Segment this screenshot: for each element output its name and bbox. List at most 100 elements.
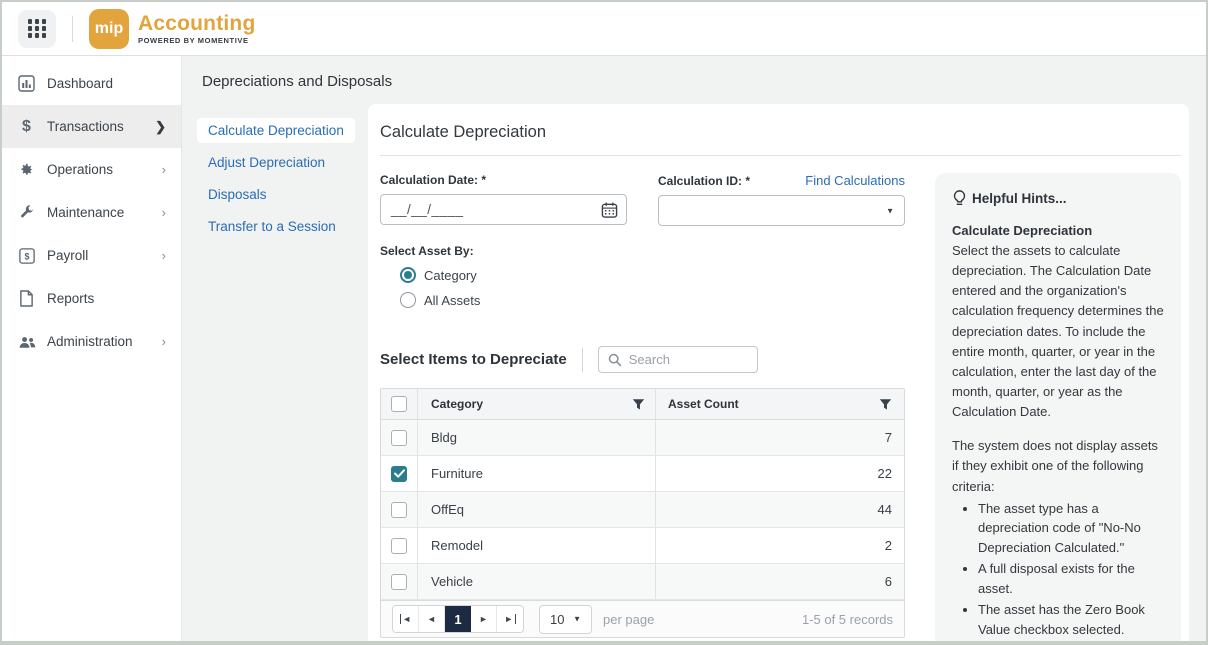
column-header-asset-count[interactable]: Asset Count [668,397,879,411]
table-row[interactable]: OffEq 44 [381,492,904,528]
subnav-item-disposals[interactable]: Disposals [197,182,278,207]
first-page-button[interactable]: ◄ [393,606,419,632]
filter-icon[interactable] [632,398,645,411]
category-cell: OffEq [431,502,464,517]
search-icon [608,353,622,367]
previous-page-button[interactable]: ◄ [419,606,445,632]
calculation-date-input[interactable]: __/__/____ [380,194,627,225]
asset-count-cell: 6 [668,574,892,589]
table-row[interactable]: Vehicle 6 [381,564,904,600]
payroll-icon: $ [17,247,36,265]
brand-text: Accounting POWERED BY MOMENTIVE [138,13,256,45]
row-checkbox[interactable] [391,466,407,482]
row-checkbox[interactable] [391,430,407,446]
sidebar-item-operations[interactable]: Operations › [2,148,181,191]
app-window: mip Accounting POWERED BY MOMENTIVE Dash… [0,0,1208,645]
table-header: Category Asset Count [381,389,904,420]
people-icon [17,333,36,351]
calculation-id-label: Calculation ID: * [658,174,750,188]
filter-icon[interactable] [879,398,892,411]
calculation-id-dropdown[interactable]: ▼ [658,195,905,226]
hints-bullet: A full disposal exists for the asset. [978,559,1164,598]
dashboard-icon [17,75,36,93]
asset-count-cell: 44 [668,502,892,517]
radio-button[interactable] [400,292,416,308]
chevron-right-icon: ❯ [155,119,166,135]
dollar-icon: $ [17,118,36,136]
gear-icon [17,161,36,179]
sidebar-item-label: Dashboard [47,76,166,91]
section-heading: Calculate Depreciation [380,119,1181,156]
sidebar-item-administration[interactable]: Administration › [2,320,181,363]
row-checkbox[interactable] [391,502,407,518]
find-calculations-link[interactable]: Find Calculations [805,173,905,188]
select-all-checkbox[interactable] [391,396,407,412]
sidebar-item-label: Administration [47,334,162,349]
per-page-label: per page [603,612,654,627]
row-checkbox[interactable] [391,574,407,590]
secondary-nav: Calculate Depreciation Adjust Depreciati… [182,104,368,641]
sidebar-item-label: Operations [47,162,162,177]
sidebar-item-maintenance[interactable]: Maintenance › [2,191,181,234]
apps-grid-icon [28,19,47,38]
table-row[interactable]: Furniture 22 [381,456,904,492]
records-count-label: 1-5 of 5 records [802,612,893,627]
hints-title: Helpful Hints... [972,191,1067,206]
dropdown-caret-icon: ▼ [886,206,894,215]
chevron-right-icon: › [162,205,166,220]
radio-all-assets[interactable]: All Assets [400,292,905,308]
search-input[interactable]: Search [598,346,758,373]
sidebar-item-reports[interactable]: Reports [2,277,181,320]
hints-paragraph: The system does not display assets if th… [952,436,1164,496]
topbar-divider [72,16,73,42]
table-row[interactable]: Bldg 7 [381,420,904,456]
current-page-button[interactable]: 1 [445,606,471,632]
last-page-button[interactable]: ► [497,606,523,632]
sidebar-item-transactions[interactable]: $ Transactions ❯ [2,105,181,148]
vertical-divider [582,348,583,372]
sidebar-item-label: Payroll [47,248,162,263]
sidebar: Dashboard $ Transactions ❯ Operations › … [2,56,182,641]
asset-count-cell: 22 [668,466,892,481]
table-row[interactable]: Remodel 2 [381,528,904,564]
chevron-right-icon: › [162,162,166,177]
lightbulb-icon [952,190,967,207]
svg-text:$: $ [24,251,29,261]
subnav-item-adjust-depreciation[interactable]: Adjust Depreciation [197,150,336,175]
app-launcher-button[interactable] [18,10,56,48]
column-header-category[interactable]: Category [431,397,632,411]
radio-label: Category [424,268,477,283]
radio-label: All Assets [424,293,480,308]
page-size-dropdown[interactable]: 10 ▼ [539,605,592,634]
sidebar-item-dashboard[interactable]: Dashboard [2,62,181,105]
asset-count-cell: 2 [668,538,892,553]
chevron-right-icon: › [162,248,166,263]
radio-category[interactable]: Category [400,267,905,283]
sidebar-item-label: Reports [47,291,166,306]
next-page-button[interactable]: ► [471,606,497,632]
calendar-icon[interactable] [601,201,618,218]
subnav-item-transfer-to-a-session[interactable]: Transfer to a Session [197,214,347,239]
hints-bullet-list: The asset type has a depreciation code o… [952,499,1164,640]
wrench-icon [17,204,36,222]
row-checkbox[interactable] [391,538,407,554]
page-size-value: 10 [550,612,564,627]
items-table: Category Asset Count [380,388,905,638]
sidebar-item-payroll[interactable]: $ Payroll › [2,234,181,277]
calculation-date-label: Calculation Date: * [380,173,486,187]
hints-bullet: The asset has the Zero Book Value checkb… [978,600,1164,639]
product-name: Accounting [138,13,256,34]
category-cell: Furniture [431,466,483,481]
content-area: Depreciations and Disposals Calculate De… [182,56,1206,641]
subnav-item-calculate-depreciation[interactable]: Calculate Depreciation [197,118,355,143]
dropdown-caret-icon: ▼ [573,615,581,624]
sidebar-item-label: Transactions [47,119,155,134]
hints-bullet: The asset type has a depreciation code o… [978,499,1164,558]
top-bar: mip Accounting POWERED BY MOMENTIVE [2,2,1206,56]
category-cell: Bldg [431,430,457,445]
category-cell: Vehicle [431,574,473,589]
main-panel: Calculate Depreciation Calculation Date:… [368,104,1189,641]
category-cell: Remodel [431,538,483,553]
chevron-right-icon: › [162,334,166,349]
radio-button[interactable] [400,267,416,283]
